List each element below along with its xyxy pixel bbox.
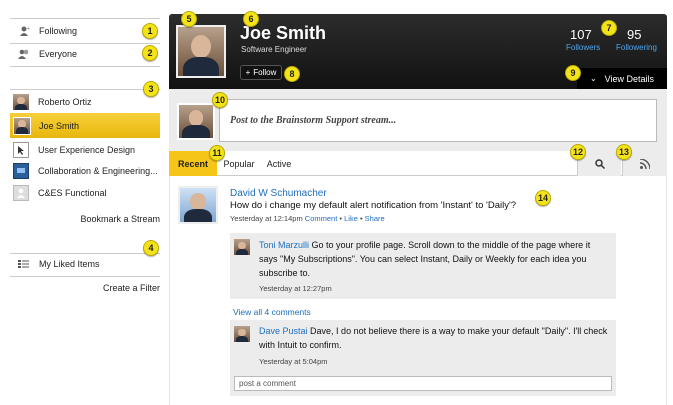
stream-label: Joe Smith — [39, 120, 80, 131]
my-avatar — [177, 103, 215, 140]
following-count: 95 — [627, 27, 642, 42]
stream-item-collaboration[interactable]: Collaboration & Engineering... — [10, 162, 160, 180]
tab-active[interactable]: Active — [262, 151, 296, 176]
follow-button[interactable]: + Follow — [240, 65, 282, 80]
callout-badge: 14 — [535, 190, 551, 206]
comment-body: Dave Pustai Dave, I do not believe there… — [259, 324, 611, 352]
people-icon — [13, 185, 29, 201]
sep: • — [357, 214, 365, 223]
person-plus-icon: + — [15, 26, 33, 36]
comment-input[interactable]: post a comment — [234, 376, 612, 391]
search-icon — [594, 158, 605, 169]
comment-author-link[interactable]: Toni Marzulli — [259, 240, 309, 250]
stream-label: C&ES Functional — [38, 188, 107, 198]
chevron-down-icon: ⌄ — [589, 74, 597, 83]
comment-avatar — [234, 239, 250, 255]
divider — [10, 89, 160, 90]
callout-badge: 4 — [143, 240, 159, 256]
post-text: How do i change my default alert notific… — [230, 200, 517, 211]
my-liked-items[interactable]: My Liked Items — [10, 256, 160, 272]
post-input[interactable]: Post to the Brainstorm Support stream... — [219, 99, 657, 142]
callout-badge: 13 — [616, 144, 632, 160]
filter-following[interactable]: + Following — [10, 23, 160, 39]
bookmark-stream-link[interactable]: Bookmark a Stream — [10, 214, 160, 224]
divider — [10, 66, 160, 67]
comment-time: Yesterday at 12:27pm — [259, 284, 332, 293]
callout-badge: 7 — [601, 20, 617, 36]
plus-icon: + — [245, 68, 251, 77]
liked-label: My Liked Items — [39, 259, 100, 269]
comment-text: Go to your profile page. Scroll down to … — [259, 240, 591, 278]
filter-label: Following — [39, 26, 78, 36]
callout-badge: 3 — [143, 81, 159, 97]
stream-item-joe-smith[interactable]: Joe Smith — [10, 113, 160, 138]
comment-text: Dave, I do not believe there is a way to… — [259, 326, 608, 350]
comment-item: Dave Pustai Dave, I do not believe there… — [230, 320, 616, 372]
callout-badge: 1 — [142, 23, 158, 39]
divider — [10, 43, 160, 44]
monitor-icon — [13, 163, 29, 179]
filter-everyone[interactable]: Everyone — [10, 46, 160, 62]
post-time: Yesterday at 12:14pm — [230, 214, 303, 223]
callout-badge: 8 — [284, 66, 300, 82]
comment-item: Toni Marzulli Go to your profile page. S… — [230, 233, 616, 299]
create-filter-link[interactable]: Create a Filter — [10, 283, 160, 293]
callout-badge: 10 — [212, 92, 228, 108]
filter-label: Everyone — [39, 49, 78, 59]
post-area: Post to the Brainstorm Support stream... — [169, 89, 667, 151]
stream-item-ux-design[interactable]: User Experience Design — [10, 141, 160, 159]
comment-box: post a comment — [230, 372, 616, 396]
people-icon — [15, 49, 33, 59]
comment-author-link[interactable]: Dave Pustai — [259, 326, 308, 336]
view-details-button[interactable]: ⌄ View Details — [577, 68, 667, 89]
followers-count: 107 — [570, 27, 592, 42]
tab-popular[interactable]: Popular — [220, 151, 258, 176]
callout-badge: 9 — [565, 65, 581, 81]
stream-label: User Experience Design — [38, 145, 136, 155]
comment-avatar — [234, 326, 250, 342]
followers-link[interactable]: Followers — [566, 43, 600, 52]
avatar — [13, 94, 29, 110]
callout-badge: 5 — [181, 11, 197, 27]
divider — [10, 276, 160, 277]
cursor-icon — [13, 142, 29, 158]
callout-badge: 12 — [570, 144, 586, 160]
list-icon — [15, 259, 31, 269]
stream-item-roberto[interactable]: Roberto Ortiz — [10, 92, 160, 112]
svg-text:+: + — [27, 26, 30, 32]
stream-label: Roberto Ortiz — [38, 97, 92, 107]
share-link[interactable]: Share — [365, 214, 385, 223]
profile-title: Software Engineer — [241, 45, 307, 54]
feed: David W Schumacher How do i change my de… — [169, 176, 667, 405]
callout-badge: 2 — [142, 45, 158, 61]
profile-avatar — [176, 25, 226, 78]
callout-badge: 11 — [209, 145, 225, 161]
divider — [10, 253, 160, 254]
following-link[interactable]: Followering — [616, 43, 657, 52]
like-link[interactable]: Like — [344, 214, 358, 223]
follow-label: Follow — [253, 68, 277, 77]
comment-link[interactable]: Comment — [305, 214, 338, 223]
comment-body: Toni Marzulli Go to your profile page. S… — [259, 238, 611, 280]
stream-item-ces-functional[interactable]: C&ES Functional — [10, 184, 160, 202]
post-author-avatar — [178, 186, 218, 224]
callout-badge: 6 — [243, 11, 259, 27]
post-author-link[interactable]: David W Schumacher — [230, 188, 327, 199]
post-meta: Yesterday at 12:14pm Comment • Like • Sh… — [230, 214, 385, 223]
comment-time: Yesterday at 5:04pm — [259, 357, 328, 366]
rss-icon — [640, 158, 650, 169]
avatar — [13, 116, 31, 135]
divider — [10, 18, 160, 19]
view-all-comments-link[interactable]: View all 4 comments — [233, 307, 311, 317]
profile-header: Joe Smith Software Engineer + Follow 107 … — [169, 14, 667, 89]
view-details-label: View Details — [604, 73, 655, 84]
stream-label: Collaboration & Engineering... — [38, 166, 158, 176]
